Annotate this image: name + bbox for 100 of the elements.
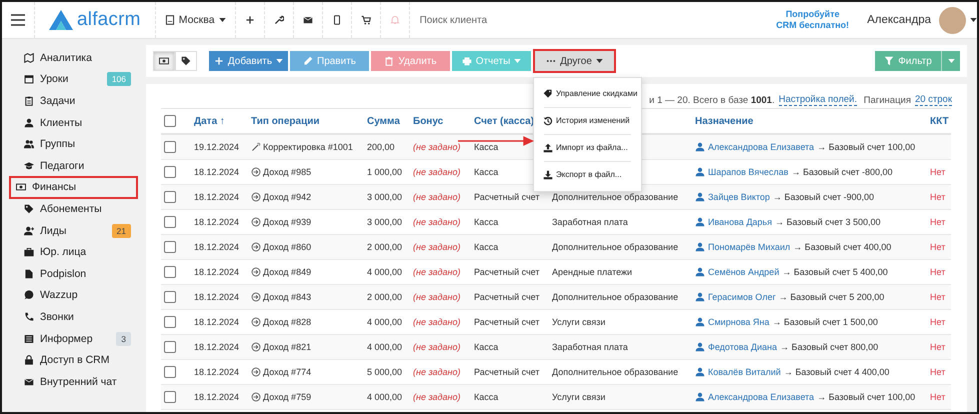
- count-badge: 21: [112, 224, 131, 238]
- logo-icon: [49, 10, 73, 30]
- sidebar-item[interactable]: Группы: [10, 133, 137, 155]
- select-all-checkbox[interactable]: [164, 115, 176, 127]
- client-link[interactable]: Александрова Елизавета: [708, 392, 814, 402]
- user-icon: [695, 142, 705, 152]
- row-checkbox[interactable]: [164, 291, 176, 303]
- client-link[interactable]: Федотова Диана: [708, 342, 778, 352]
- bonus-cell: (не задано): [413, 217, 460, 227]
- operation-link[interactable]: Доход #774: [251, 367, 361, 377]
- client-link[interactable]: Зайцев Виктор: [708, 192, 770, 202]
- upload-icon: [543, 143, 553, 153]
- client-link[interactable]: Александрова Елизавета: [708, 142, 814, 152]
- sidebar-item[interactable]: Клиенты: [10, 112, 137, 134]
- purpose-text: → Базовый счет 5 400,00: [782, 267, 888, 277]
- user-icon: [24, 118, 34, 128]
- kkt-status: Нет: [930, 292, 946, 302]
- circle-arrow-icon: [251, 217, 261, 227]
- row-checkbox[interactable]: [164, 391, 176, 403]
- fields-settings-link[interactable]: Настройка полей.: [778, 94, 858, 106]
- sidebar-item[interactable]: Уроки 106: [10, 68, 137, 90]
- menu-icon[interactable]: [11, 14, 25, 26]
- tag-icon: [24, 204, 34, 214]
- client-link[interactable]: Герасимов Олег: [708, 292, 776, 302]
- row-checkbox[interactable]: [164, 166, 176, 178]
- kkt-status: Нет: [930, 167, 946, 177]
- kkt-status: Нет: [930, 192, 946, 202]
- filter-dropdown-button[interactable]: [941, 51, 960, 71]
- sidebar-item[interactable]: Информер 3: [10, 328, 137, 350]
- date-cell: 18.12.2024: [191, 384, 248, 410]
- tag-icon: [181, 56, 191, 66]
- circle-arrow-icon: [251, 167, 261, 177]
- client-link[interactable]: Пономарёв Михаил: [708, 242, 790, 252]
- operation-link[interactable]: Доход #939: [251, 217, 361, 227]
- bonus-cell: (не задано): [413, 142, 460, 152]
- row-checkbox[interactable]: [164, 366, 176, 378]
- client-link[interactable]: Ковалёв Виталий: [708, 367, 781, 377]
- sidebar-item[interactable]: Абонементы: [10, 198, 137, 220]
- user-icon: [695, 317, 705, 327]
- user-icon: [695, 292, 705, 302]
- kkt-status: Нет: [930, 342, 946, 352]
- user-icon: [695, 192, 705, 202]
- operation-link[interactable]: Доход #828: [251, 317, 361, 327]
- sidebar-item[interactable]: Wazzup: [10, 284, 137, 306]
- graduation-cap-icon: [24, 160, 34, 171]
- briefcase-icon: [24, 247, 34, 258]
- caret-icon: [596, 59, 603, 63]
- sidebar-item[interactable]: Аналитика: [10, 47, 137, 69]
- bonus-cell: (не задано): [413, 317, 460, 327]
- date-cell: 18.12.2024: [191, 334, 248, 360]
- row-checkbox[interactable]: [164, 141, 176, 153]
- building-icon: [164, 15, 175, 25]
- user-icon: [695, 217, 705, 227]
- row-checkbox[interactable]: [164, 191, 176, 203]
- circle-arrow-icon: [251, 392, 261, 402]
- client-link[interactable]: Семёнов Андрей: [708, 267, 780, 277]
- sidebar-item[interactable]: Доступ в CRM: [10, 349, 137, 371]
- sidebar-item[interactable]: Лиды 21: [10, 220, 137, 242]
- sidebar-item[interactable]: Юр. лица: [10, 241, 137, 263]
- menu-item[interactable]: Управление скидками: [534, 81, 642, 107]
- other-button[interactable]: Другое: [535, 51, 614, 71]
- client-link[interactable]: Иванова Дарья: [708, 217, 772, 227]
- user-plus-icon: [24, 226, 34, 236]
- users-icon: [24, 139, 34, 150]
- search-field[interactable]: Поиск клиента: [410, 14, 630, 26]
- sidebar-item[interactable]: Финансы: [10, 176, 137, 198]
- row-checkbox[interactable]: [164, 316, 176, 328]
- view-toggle[interactable]: [175, 51, 197, 71]
- sidebar-item[interactable]: Podpislon: [10, 262, 137, 285]
- printer-icon: [462, 56, 472, 66]
- view-toggle[interactable]: [153, 51, 175, 71]
- calendar-icon: [24, 74, 34, 84]
- branch-select[interactable]: Москва: [156, 2, 236, 38]
- circle-arrow-icon: [251, 242, 261, 252]
- row-checkbox[interactable]: [164, 216, 176, 228]
- page-size-link[interactable]: 20 строк: [914, 94, 952, 106]
- add-button[interactable]: Добавить: [209, 51, 288, 71]
- sidebar-item[interactable]: Педагоги: [10, 154, 137, 177]
- trial-link[interactable]: Попробуйте CRM бесплатно!: [776, 9, 850, 31]
- account-cell: Касса: [471, 234, 549, 260]
- pagination-label: Пагинация: [862, 94, 911, 106]
- row-checkbox[interactable]: [164, 266, 176, 278]
- operation-link[interactable]: Доход #985: [251, 167, 361, 177]
- logo-text: alfacrm: [77, 9, 141, 31]
- client-link[interactable]: Шарапов Вячеслав: [708, 167, 788, 177]
- sidebar-item[interactable]: Внутренний чат: [10, 370, 137, 392]
- sidebar-item[interactable]: Задачи: [10, 90, 137, 112]
- sidebar-item[interactable]: Звонки: [10, 306, 137, 328]
- operation-link[interactable]: Доход #849: [251, 267, 361, 277]
- account-cell: Расчетный счет: [471, 184, 549, 210]
- date-cell: 19.12.2024: [191, 134, 248, 160]
- account-cell: Расчетный счет: [471, 284, 549, 310]
- amount-cell: 4 000,00: [364, 334, 410, 360]
- row-checkbox[interactable]: [164, 341, 176, 353]
- client-link[interactable]: Смирнова Яна: [708, 317, 770, 327]
- user-icon: [695, 242, 705, 252]
- kkt-status: Нет: [930, 242, 946, 252]
- banknote-icon: [159, 56, 169, 66]
- user-name[interactable]: Александра: [867, 14, 931, 26]
- row-checkbox[interactable]: [164, 241, 176, 253]
